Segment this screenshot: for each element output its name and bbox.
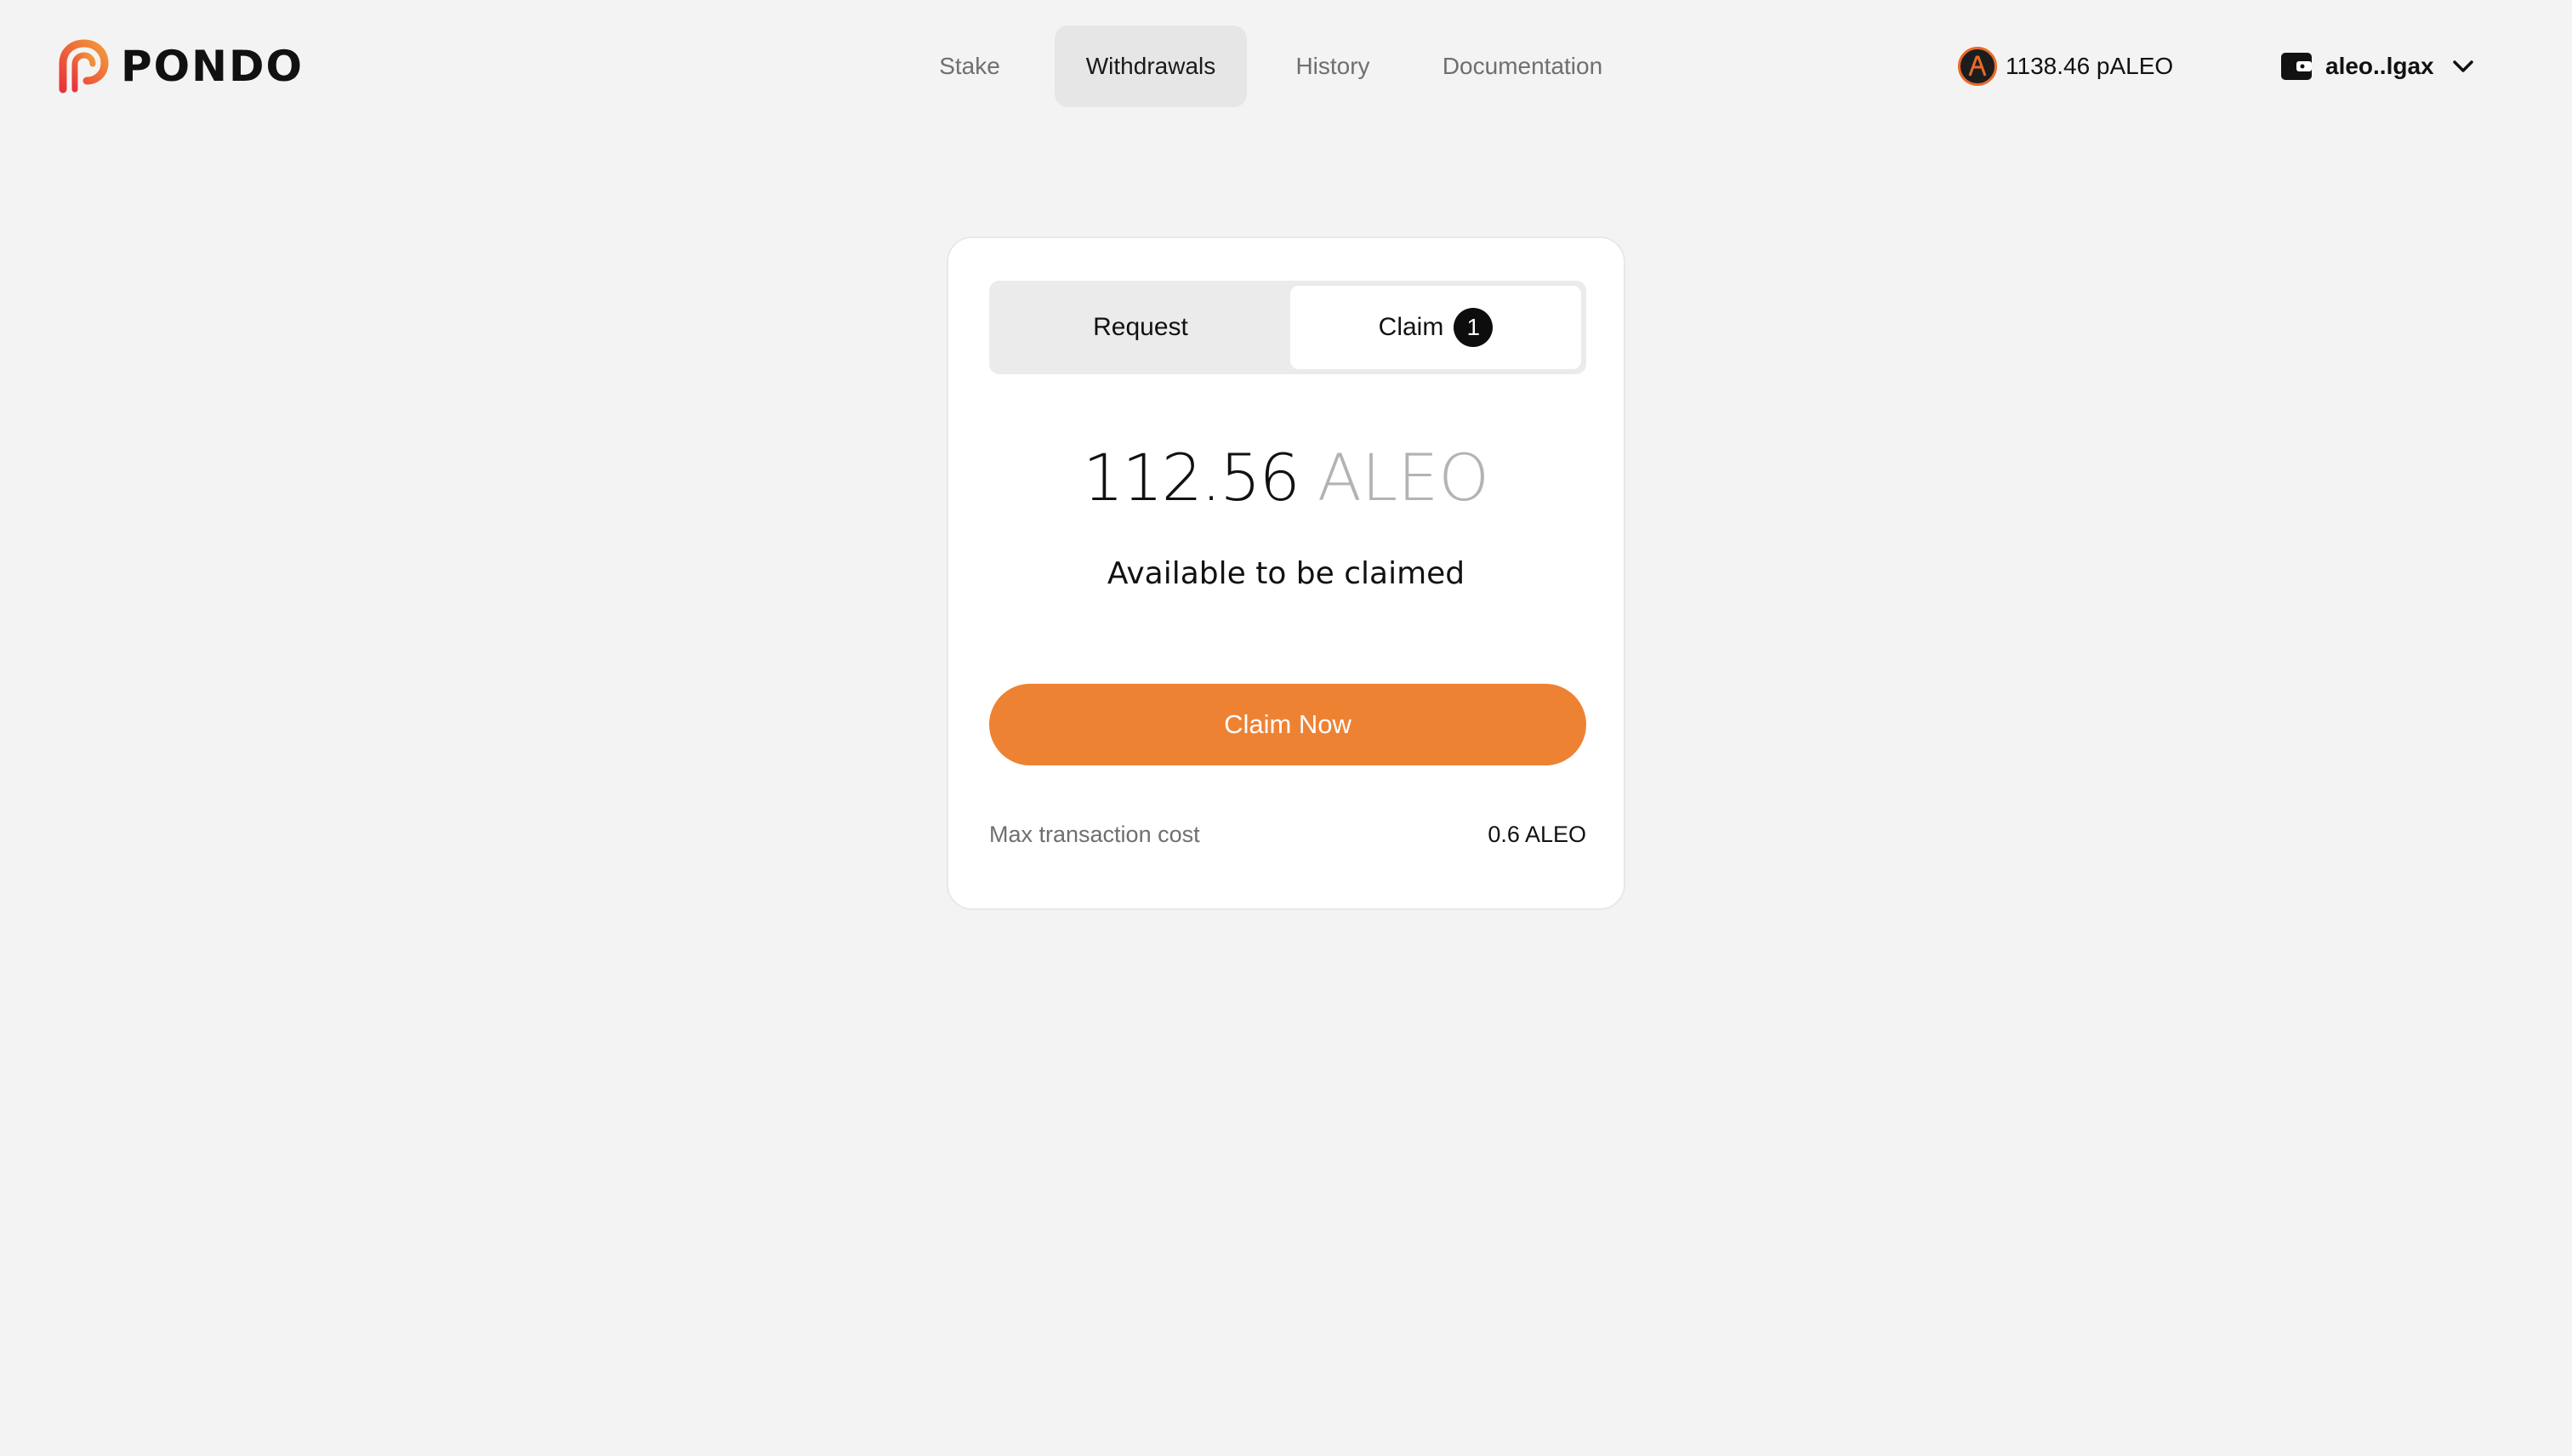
- transaction-cost-row: Max transaction cost 0.6 ALEO: [989, 822, 1586, 848]
- nav-stake[interactable]: Stake: [912, 26, 1027, 107]
- token-balance: 1138.46 pALEO: [1958, 46, 2173, 87]
- claimable-amount: 112.56 ALEO: [948, 435, 1624, 520]
- main-nav: Stake Withdrawals History Documentation: [912, 26, 1626, 107]
- brand-logo[interactable]: PONDO: [56, 37, 304, 95]
- transaction-cost-value: 0.6 ALEO: [1488, 822, 1586, 847]
- tab-request-label: Request: [1093, 313, 1188, 341]
- aleo-coin-icon: [1958, 47, 1997, 86]
- transaction-cost-label: Max transaction cost: [989, 822, 1200, 847]
- wallet-address: aleo..lgax: [2325, 53, 2434, 79]
- chevron-down-icon: [2452, 60, 2473, 72]
- wallet-menu-button[interactable]: aleo..lgax: [2279, 43, 2477, 90]
- claim-now-button[interactable]: Claim Now: [989, 684, 1586, 765]
- top-header: PONDO Stake Withdrawals History Document…: [0, 0, 2572, 133]
- request-claim-toggle: Request Claim 1: [989, 281, 1586, 374]
- tab-claim[interactable]: Claim 1: [1290, 286, 1581, 369]
- claim-count-badge: 1: [1454, 308, 1494, 347]
- nav-history[interactable]: History: [1264, 26, 1402, 107]
- balance-amount: 1138.46 pALEO: [2006, 53, 2174, 79]
- nav-withdrawals[interactable]: Withdrawals: [1055, 26, 1247, 107]
- tab-request[interactable]: Request: [994, 286, 1287, 369]
- claimable-caption: Available to be claimed: [1107, 556, 1465, 591]
- brand-name: PONDO: [121, 42, 304, 91]
- claimable-amount-unit: ALEO: [1317, 440, 1490, 515]
- pondo-logo-icon: [59, 39, 109, 94]
- withdraw-claim-card: Request Claim 1 112.56 ALEO Available to…: [947, 236, 1625, 910]
- tab-claim-label: Claim: [1378, 313, 1444, 341]
- wallet-icon: [2281, 53, 2312, 80]
- nav-documentation[interactable]: Documentation: [1419, 26, 1626, 107]
- claimable-amount-value: 112.56: [1082, 440, 1300, 515]
